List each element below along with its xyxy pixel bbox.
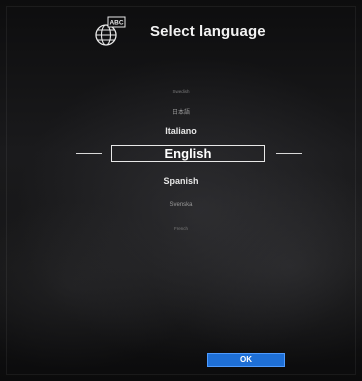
language-select-screen: ABC Select language Swedish 日本語 Italiano…: [0, 0, 362, 381]
header: ABC Select language: [0, 14, 362, 50]
screen-frame: [6, 6, 356, 375]
language-option-french[interactable]: French: [0, 226, 362, 231]
language-option-japanese[interactable]: 日本語: [0, 107, 362, 116]
selection-line-left: [76, 153, 102, 154]
language-option-swedish[interactable]: Swedish: [0, 89, 362, 94]
language-option-english-selected[interactable]: English: [111, 145, 265, 162]
language-option-svenska[interactable]: Svenska: [0, 202, 362, 208]
page-title: Select language: [150, 23, 266, 40]
ok-button[interactable]: OK: [207, 353, 285, 367]
language-option-italiano[interactable]: Italiano: [0, 126, 362, 136]
language-option-spanish[interactable]: Spanish: [0, 176, 362, 186]
selection-line-right: [276, 153, 302, 154]
globe-badge-text: ABC: [109, 20, 123, 27]
globe-abc-icon: ABC: [95, 16, 126, 46]
